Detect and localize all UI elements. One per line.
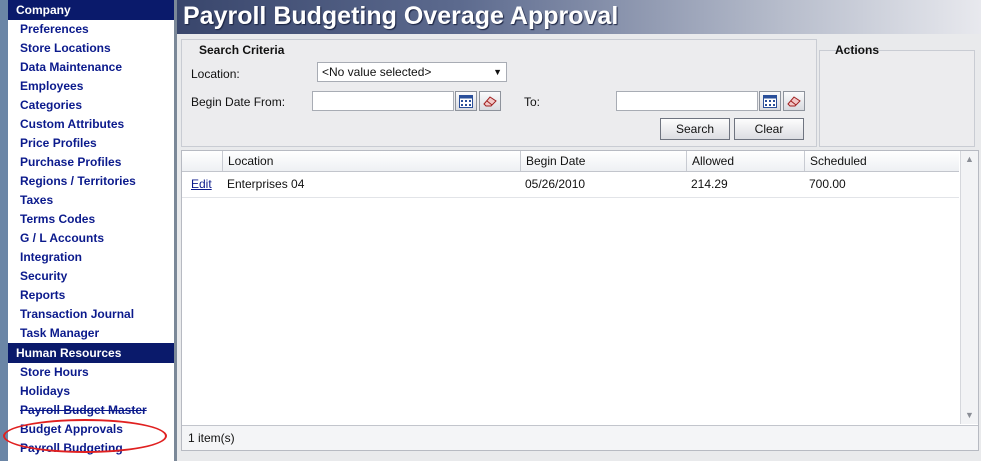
grid-header-location[interactable]: Location [222,151,520,171]
grid-header-scheduled[interactable]: Scheduled [804,151,959,171]
nav-item-store-hours[interactable]: Store Hours [8,363,174,382]
window-left-edge [0,0,8,461]
begin-date-from-input[interactable] [312,91,454,111]
nav-item-transaction-journal[interactable]: Transaction Journal [8,305,174,324]
search-criteria-title: Search Criteria [199,43,285,57]
nav-item-task-manager[interactable]: Task Manager [8,324,174,343]
nav-item-reports[interactable]: Reports [8,286,174,305]
clear-button[interactable]: Clear [734,118,804,140]
eraser-button-to[interactable] [783,91,805,111]
grid-header-allowed[interactable]: Allowed [686,151,804,171]
location-cell: Enterprises 04 [227,177,305,191]
location-select-value: <No value selected> [322,65,432,79]
nav-item-price-profiles[interactable]: Price Profiles [8,134,174,153]
grid-item-count: 1 item(s) [182,425,978,450]
chevron-down-icon: ▼ [493,67,502,77]
nav-header-human-resources: Human Resources [8,343,174,363]
nav-item-categories[interactable]: Categories [8,96,174,115]
sidebar-nav: Company Preferences Store Locations Data… [8,0,174,461]
nav-item-store-locations[interactable]: Store Locations [8,39,174,58]
nav-item-custom-attributes[interactable]: Custom Attributes [8,115,174,134]
table-row: Edit Enterprises 04 05/26/2010 214.29 70… [182,172,959,198]
scroll-down-icon[interactable]: ▼ [962,408,977,423]
nav-item-preferences[interactable]: Preferences [8,20,174,39]
nav-item-integration[interactable]: Integration [8,248,174,267]
eraser-button-from[interactable] [479,91,501,111]
grid-header-begin-date[interactable]: Begin Date [520,151,686,171]
nav-item-budget-approvals[interactable]: Budget Approvals [8,420,174,439]
nav-item-gl-accounts[interactable]: G / L Accounts [8,229,174,248]
calendar-icon [763,94,777,108]
nav-item-purchase-profiles[interactable]: Purchase Profiles [8,153,174,172]
nav-item-security[interactable]: Security [8,267,174,286]
eraser-icon [483,96,497,107]
to-date-label: To: [524,95,541,109]
calendar-icon [459,94,473,108]
grid-header: Location Begin Date Allowed Scheduled [182,151,959,172]
to-date-input[interactable] [616,91,758,111]
begin-date-cell: 05/26/2010 [525,177,586,191]
main-content: Payroll Budgeting Overage Approval Searc… [177,0,981,461]
actions-panel: Actions [819,43,975,147]
nav-item-payroll-budgeting[interactable]: Payroll Budgeting [8,439,174,458]
eraser-icon [787,96,801,107]
nav-item-holidays[interactable]: Holidays [8,382,174,401]
nav-item-terms-codes[interactable]: Terms Codes [8,210,174,229]
results-grid: Location Begin Date Allowed Scheduled Ed… [181,150,979,451]
search-button[interactable]: Search [660,118,730,140]
edit-cell: Edit [186,172,222,197]
scroll-up-icon[interactable]: ▲ [962,152,977,167]
search-criteria-panel: Search Criteria Location: <No value sele… [181,39,817,147]
page-title: Payroll Budgeting Overage Approval [177,0,981,34]
edit-link[interactable]: Edit [191,177,212,191]
grid-scrollbar[interactable]: ▲ ▼ [960,151,978,424]
begin-date-from-label: Begin Date From: [191,95,286,109]
calendar-button-from[interactable] [455,91,477,111]
nav-item-employees[interactable]: Employees [8,77,174,96]
allowed-cell: 214.29 [691,177,728,191]
scheduled-cell: 700.00 [809,177,846,191]
location-label: Location: [191,67,240,81]
calendar-button-to[interactable] [759,91,781,111]
nav-item-taxes[interactable]: Taxes [8,191,174,210]
nav-header-company: Company [8,0,174,20]
nav-item-data-maintenance[interactable]: Data Maintenance [8,58,174,77]
location-select[interactable]: <No value selected> ▼ [317,62,507,82]
actions-title: Actions [835,43,880,57]
nav-item-payroll-budget-master[interactable]: Payroll Budget Master [8,401,174,420]
grid-header-action [182,151,222,171]
nav-item-regions-territories[interactable]: Regions / Territories [8,172,174,191]
